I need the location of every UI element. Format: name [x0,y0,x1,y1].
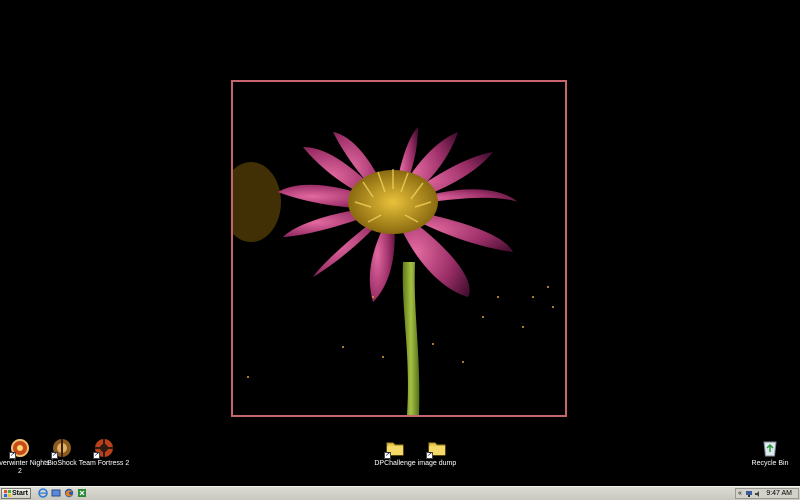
internet-explorer-icon[interactable] [38,488,48,498]
bioshock-icon: ↗ [51,438,72,459]
volume-icon[interactable] [754,490,762,498]
taskbar: Start « 9:47 AM [0,486,800,500]
show-desktop-icon[interactable] [51,488,61,498]
shortcut-arrow-icon: ↗ [9,452,16,459]
clock[interactable]: 9:47 AM [766,489,792,499]
icon-label: Team Fortress 2 [78,460,130,467]
image-dump-folder[interactable]: ↗ image dump [405,438,469,468]
system-tray: « 9:47 AM [735,488,799,499]
firefox-icon[interactable] [64,488,74,498]
shortcut-arrow-icon: ↗ [426,452,433,459]
windows-logo-icon [4,490,11,497]
shortcut-arrow-icon: ↗ [93,452,100,459]
excel-icon[interactable] [77,488,87,498]
neverwinter-nights-2-icon: ↗ [9,438,30,459]
desktop[interactable]: ↗ Neverwinter Nights 2 ↗ BioShock ↗ Team… [0,0,800,486]
team-fortress-2-shortcut[interactable]: ↗ Team Fortress 2 [72,438,136,468]
tray-expand-button[interactable]: « [738,489,742,498]
shortcut-arrow-icon: ↗ [51,452,58,459]
network-icon[interactable] [745,490,753,498]
folder-icon: ↗ [426,438,447,459]
folder-icon: ↗ [384,438,405,459]
team-fortress-2-icon: ↗ [93,438,114,459]
wallpaper-flower-image [231,80,567,417]
icon-label: Recycle Bin [751,460,789,467]
recycle-bin-icon [760,438,780,458]
start-label: Start [12,490,28,497]
shortcut-arrow-icon: ↗ [384,452,391,459]
icon-label: image dump [417,460,457,467]
start-button[interactable]: Start [1,488,31,499]
recycle-bin[interactable]: Recycle Bin [738,438,800,468]
